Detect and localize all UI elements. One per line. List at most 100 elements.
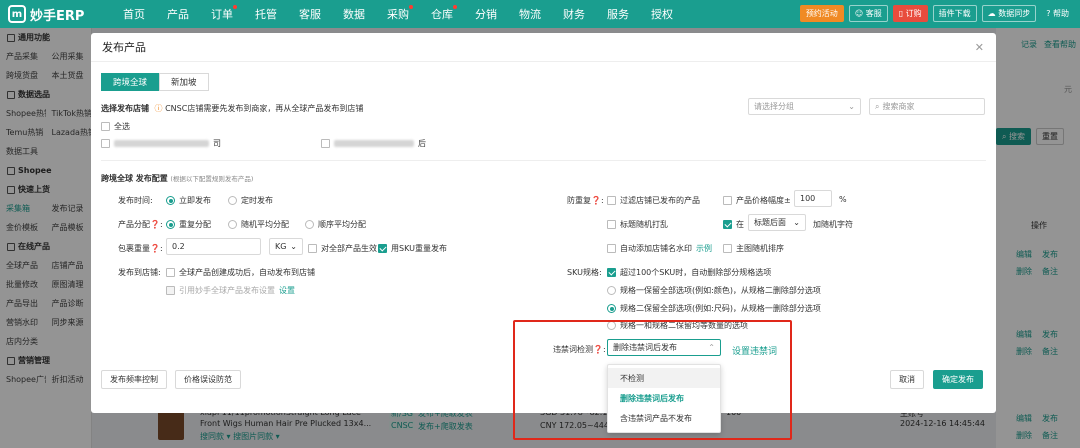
nav-item[interactable]: 授权 xyxy=(640,0,684,28)
store-select-hint: CNSC店铺需要先发布到商家，再从全球产品发布到店铺 xyxy=(165,104,364,113)
nav-item[interactable]: 仓库 xyxy=(420,0,464,28)
group-select[interactable]: 请选择分组 ⌄ xyxy=(748,98,861,115)
subscribe-button[interactable]: ▯ 订购 xyxy=(892,5,928,22)
nav-item[interactable]: 数据 xyxy=(332,0,376,28)
sku-rule-radio[interactable] xyxy=(607,286,616,295)
promo-button[interactable]: 预约活动 xyxy=(799,5,844,22)
title-random-char-checkbox[interactable] xyxy=(723,220,732,229)
sku-over100-checkbox[interactable] xyxy=(607,268,616,277)
tab-singapore[interactable]: 新加坡 xyxy=(159,73,209,91)
notification-dot xyxy=(233,5,237,9)
weight-label-row: 包裹重量❓: xyxy=(118,244,163,253)
publish-now-radio[interactable] xyxy=(166,196,175,205)
main-image-shuffle-checkbox[interactable] xyxy=(723,244,732,253)
weight-all-option[interactable]: 对全部产品生效 xyxy=(308,243,377,254)
sku-over100-label: 超过100个SKU时，自动删除部分规格选项 xyxy=(620,268,772,277)
app-logo[interactable]: m 妙手ERP xyxy=(0,5,112,24)
config-subtitle: (根据以下配置规则发布产品) xyxy=(170,175,254,183)
publish-frequency-button[interactable]: 发布频率控制 xyxy=(101,370,167,389)
nav-item[interactable]: 服务 xyxy=(596,0,640,28)
main-image-shuffle-option[interactable]: 主图随机排序 xyxy=(723,243,784,254)
title-shuffle-option[interactable]: 标题随机打乱 xyxy=(607,219,668,230)
title-pos-prefix: 在 xyxy=(736,220,744,229)
store-name-redacted xyxy=(334,140,414,147)
sync-button[interactable]: ☁ 数据同步 xyxy=(981,5,1037,22)
distribution-option-1[interactable]: 重复分配 xyxy=(166,219,211,230)
notification-dot xyxy=(453,5,457,9)
select-all-checkbox[interactable] xyxy=(101,122,110,131)
weight-unit-select[interactable]: KG ⌄ xyxy=(269,238,303,255)
dropdown-option-no-check[interactable]: 不检测 xyxy=(608,368,720,388)
publish-now-option[interactable]: 立即发布 xyxy=(166,195,211,206)
watermark-label: 自动添加店铺名水印 xyxy=(620,244,692,253)
service-button[interactable]: ☺ 客服 xyxy=(848,5,888,22)
weight-sku-option[interactable]: 用SKU重量发布 xyxy=(378,243,447,254)
price-guard-button[interactable]: 价格误设防范 xyxy=(175,370,241,389)
nav-item[interactable]: 托管 xyxy=(244,0,288,28)
nav-item[interactable]: 分销 xyxy=(464,0,508,28)
weight-sku-checkbox[interactable] xyxy=(378,244,387,253)
price-range-checkbox[interactable] xyxy=(723,196,732,205)
help-icon[interactable]: ❓ xyxy=(150,220,160,229)
cloud-icon: ☁ xyxy=(987,9,996,18)
store-option-2[interactable]: 后 xyxy=(321,138,426,149)
store-name-suffix: 后 xyxy=(418,139,426,148)
dedup-filter-checkbox[interactable] xyxy=(607,196,616,205)
distribution-radio[interactable] xyxy=(166,220,175,229)
template-option: 引用妙手全球产品发布设置 设置 xyxy=(166,285,295,296)
dropdown-option-skip-publish[interactable]: 含违禁词产品不发布 xyxy=(608,408,720,428)
weight-input[interactable]: 0.2 xyxy=(166,238,261,255)
nav-item[interactable]: 物流 xyxy=(508,0,552,28)
select-all-option[interactable]: 全选 xyxy=(101,121,130,132)
select-all-label: 全选 xyxy=(114,122,130,131)
nav-item[interactable]: 财务 xyxy=(552,0,596,28)
auto-publish-checkbox[interactable] xyxy=(166,268,175,277)
to-store-label: 发布到店铺: xyxy=(118,268,161,277)
store-option-1[interactable]: 司 xyxy=(101,138,221,149)
cancel-button[interactable]: 取消 xyxy=(890,370,924,389)
price-range-input[interactable]: 100 xyxy=(794,190,832,207)
distribution-option-3[interactable]: 顺序平均分配 xyxy=(305,219,366,230)
title-shuffle-checkbox[interactable] xyxy=(607,220,616,229)
tab-global[interactable]: 跨境全球 xyxy=(101,73,160,91)
title-position-select[interactable]: 标题后面 ⌄ xyxy=(748,214,806,231)
watermark-option[interactable]: 自动添加店铺名水印 示例 xyxy=(607,243,712,254)
sku-rule-option-1[interactable]: 规格一保留全部选项(例如:颜色)，从规格二删除部分选项 xyxy=(607,285,821,296)
help-icon[interactable]: ❓ xyxy=(591,196,601,205)
help-icon[interactable]: ❓ xyxy=(150,244,160,253)
distribution-radio[interactable] xyxy=(228,220,237,229)
close-icon[interactable]: ✕ xyxy=(975,41,984,54)
dropdown-option-delete-publish[interactable]: 删除违禁词后发布 xyxy=(608,388,720,408)
watermark-example-link[interactable]: 示例 xyxy=(696,243,712,254)
sku-rule-radio[interactable] xyxy=(607,304,616,313)
store-checkbox[interactable] xyxy=(321,139,330,148)
notification-dot xyxy=(409,5,413,9)
publish-scheduled-radio[interactable] xyxy=(228,196,237,205)
watermark-checkbox[interactable] xyxy=(607,244,616,253)
title-random-char-option[interactable]: 在 xyxy=(723,219,744,230)
sku-rule-label-1: 规格一保留全部选项(例如:颜色)，从规格二删除部分选项 xyxy=(620,286,821,295)
distribution-option-2[interactable]: 随机平均分配 xyxy=(228,219,289,230)
publish-scheduled-option[interactable]: 定时发布 xyxy=(228,195,273,206)
price-range-option[interactable]: 产品价格幅度± xyxy=(723,195,791,206)
store-search-input[interactable]: ⌕ 搜索商家 xyxy=(869,98,985,115)
nav-item[interactable]: 采购 xyxy=(376,0,420,28)
nav-item[interactable]: 订单 xyxy=(200,0,244,28)
auto-publish-option[interactable]: 全球产品创建成功后，自动发布到店铺 xyxy=(166,267,315,278)
dedup-filter-option[interactable]: 过滤店铺已发布的产品 xyxy=(607,195,700,206)
nav-item[interactable]: 客服 xyxy=(288,0,332,28)
help-button[interactable]: ? 帮助 xyxy=(1041,5,1074,22)
nav-item[interactable]: 首页 xyxy=(112,0,156,28)
weight-all-checkbox[interactable] xyxy=(308,244,317,253)
chevron-down-icon: ⌄ xyxy=(793,218,800,227)
plugin-download-button[interactable]: 插件下载 xyxy=(932,5,977,22)
nav-item[interactable]: 产品 xyxy=(156,0,200,28)
weight-label: 包裹重量 xyxy=(118,244,150,253)
store-checkbox[interactable] xyxy=(101,139,110,148)
sku-rule-option-2[interactable]: 规格二保留全部选项(例如:尺码)，从规格一删除部分选项 xyxy=(607,303,821,314)
distribution-radio[interactable] xyxy=(305,220,314,229)
template-setting-link[interactable]: 设置 xyxy=(279,285,295,296)
sku-over100-option[interactable]: 超过100个SKU时，自动删除部分规格选项 xyxy=(607,267,771,278)
chevron-down-icon: ⌄ xyxy=(848,102,855,111)
confirm-publish-button[interactable]: 确定发布 xyxy=(933,370,983,389)
